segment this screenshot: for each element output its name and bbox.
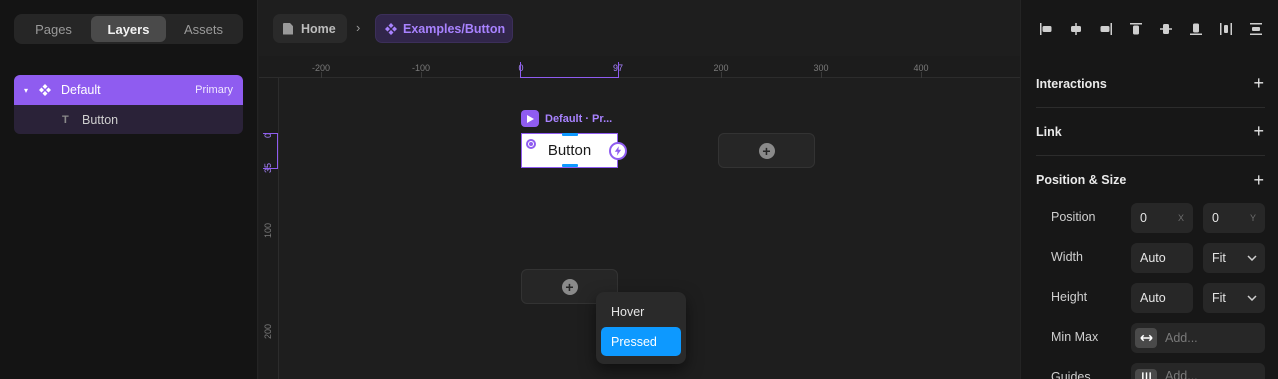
plus-circle-icon[interactable]: + [561,278,578,295]
frame-label[interactable]: Default · Pr... [521,110,612,127]
min-max-input[interactable]: Add... [1131,323,1265,353]
tab-pages[interactable]: Pages [16,16,91,42]
width-input[interactable]: Auto [1131,243,1193,273]
plus-circle-icon[interactable]: + [758,142,775,159]
app-window: Pages Layers Assets ▾ Default Primary T … [0,0,1278,379]
variant-menu: Hover Pressed [596,292,686,364]
resize-horizontal-icon [1135,328,1157,348]
axis-label-y: Y [1249,213,1256,223]
guides-input[interactable]: Add... [1131,363,1265,379]
guides-placeholder: Add... [1165,369,1198,379]
chevron-right-icon: › [356,20,361,35]
menu-item-pressed[interactable]: Pressed [601,327,681,356]
ruler-tick-label: 100 [263,222,273,238]
layer-badge: Primary [195,84,233,96]
ruler-vertical: 0 35 100 200 [259,78,279,379]
left-panel: Pages Layers Assets ▾ Default Primary T … [0,0,258,379]
layer-name: Button [82,112,119,127]
breadcrumb-current[interactable]: Examples/Button [375,14,513,43]
height-input[interactable]: Auto [1131,283,1193,313]
align-top-icon[interactable] [1126,19,1146,39]
align-left-icon[interactable] [1036,19,1056,39]
min-max-placeholder: Add... [1165,331,1198,345]
width-mode-value: Fit [1212,251,1226,265]
height-label: Height [1051,290,1088,304]
align-horizontal-center-icon[interactable] [1066,19,1086,39]
section-title: Position & Size [1036,173,1127,187]
position-y-input[interactable]: 0 Y [1203,203,1265,233]
breadcrumb-home[interactable]: Home [273,14,347,43]
height-mode-select[interactable]: Fit [1203,283,1265,313]
button-text[interactable]: Button [548,142,591,159]
section-position-size[interactable]: Position & Size + [1036,156,1265,204]
add-variant-frame[interactable]: + [718,133,815,168]
ruler-tick-label: 200 [263,323,273,339]
ruler-tick [921,72,922,78]
layer-item-default[interactable]: ▾ Default Primary [14,75,243,105]
button-component-frame[interactable]: Button [521,133,618,168]
ruler-tick [821,72,822,78]
frame-label-text: Default · Pr... [545,112,613,125]
width-mode-select[interactable]: Fit [1203,243,1265,273]
plus-icon[interactable]: + [1253,73,1264,94]
min-max-label: Min Max [1051,330,1099,344]
align-right-icon[interactable] [1096,19,1116,39]
height-value: Auto [1140,291,1166,305]
component-icon [385,22,397,35]
height-mode-value: Fit [1212,291,1226,305]
align-bottom-icon[interactable] [1186,19,1206,39]
distribute-horizontal-icon[interactable] [1216,19,1236,39]
distribute-vertical-icon[interactable] [1246,19,1266,39]
resize-handle-bottom[interactable] [562,164,578,167]
breadcrumb-current-label: Examples/Button [403,21,506,36]
plus-icon[interactable]: + [1253,121,1264,142]
tab-assets[interactable]: Assets [166,16,241,42]
section-title: Interactions [1036,76,1107,91]
position-y-value: 0 [1212,211,1219,225]
columns-icon [1135,369,1157,379]
position-label: Position [1051,210,1096,224]
breadcrumb-home-label: Home [301,21,336,36]
section-link[interactable]: Link + [1036,108,1265,156]
layer-item-button[interactable]: T Button [14,105,243,134]
menu-item-hover[interactable]: Hover [601,297,681,326]
panel-tabs: Pages Layers Assets [14,14,243,44]
plus-icon[interactable]: + [1253,170,1264,191]
ruler-selection-marker-x [520,62,619,78]
width-value: Auto [1140,251,1166,265]
position-x-value: 0 [1140,211,1147,225]
caret-down-icon[interactable]: ▾ [24,86,31,94]
resize-handle-top[interactable] [562,133,578,136]
section-interactions[interactable]: Interactions + [1036,60,1265,108]
ruler-tick [421,72,422,78]
chevron-down-icon [1247,253,1257,264]
align-vertical-center-icon[interactable] [1156,19,1176,39]
chevron-down-icon [1247,293,1257,304]
component-icon [39,84,51,96]
ruler-horizontal: -200 -100 0 97 200 300 400 [259,56,1020,78]
play-icon[interactable] [521,110,539,127]
guides-label: Guides [1051,370,1091,379]
target-icon[interactable] [526,139,536,149]
alignment-toolbar [1036,18,1266,40]
axis-label-x: X [1177,213,1184,223]
position-x-input[interactable]: 0 X [1131,203,1193,233]
ruler-selection-marker-y [263,133,278,169]
section-title: Link [1036,124,1062,139]
tab-layers[interactable]: Layers [91,16,166,42]
ruler-tick [321,72,322,78]
lightning-icon[interactable] [609,142,627,160]
layer-name: Default [61,83,101,97]
ruler-tick [721,72,722,78]
text-layer-icon: T [62,113,69,126]
width-label: Width [1051,250,1083,264]
page-icon [283,22,293,35]
